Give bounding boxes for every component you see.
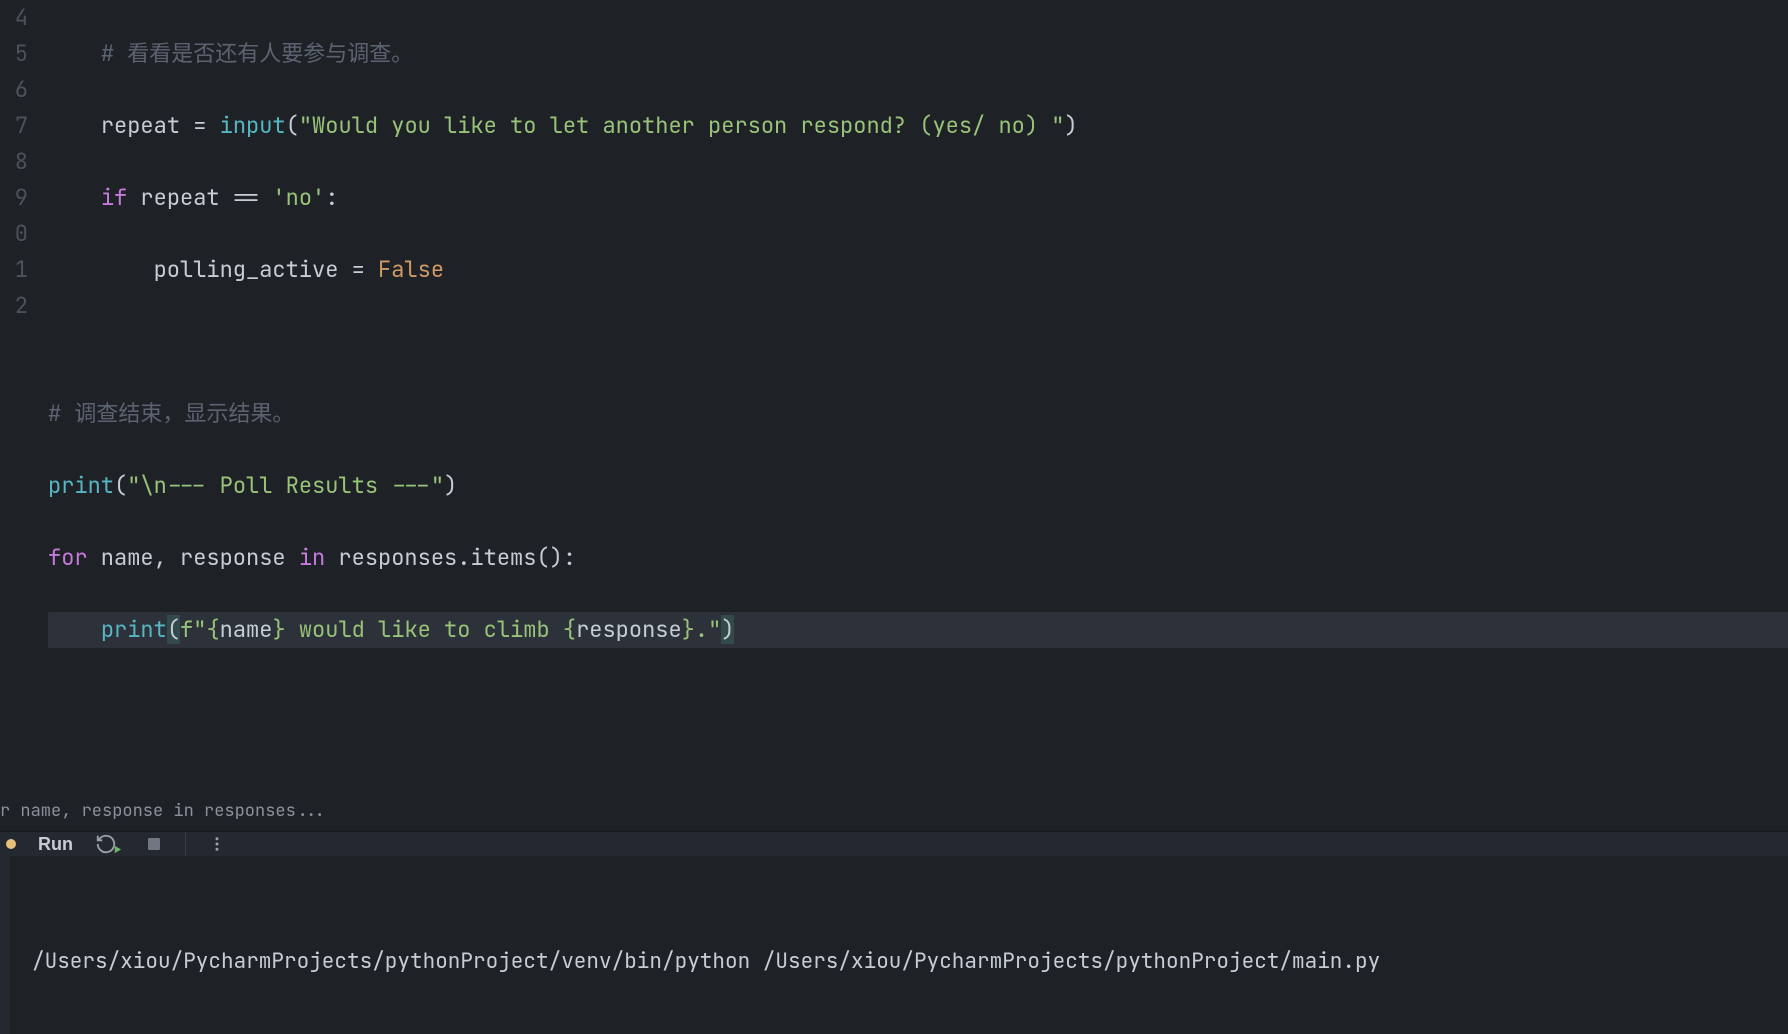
fn-input: input <box>220 111 286 140</box>
stop-icon[interactable] <box>145 835 163 853</box>
paren-close: ) <box>721 615 734 644</box>
more-icon[interactable] <box>208 835 226 853</box>
kw-if: if <box>101 183 127 212</box>
rerun-icon[interactable] <box>95 833 123 855</box>
const-false: False <box>378 255 444 284</box>
code-editor[interactable]: 4 5 6 7 8 9 0 1 2 # 看看是否还有人要参与调查。 repeat… <box>0 0 1788 792</box>
fn-print: print <box>48 471 114 500</box>
code-area[interactable]: # 看看是否还有人要参与调查。 repeat = input("Would yo… <box>34 0 1788 792</box>
paren-open: ( <box>167 615 180 644</box>
run-toolbar: Run <box>0 830 1788 856</box>
kw-in: in <box>299 543 325 572</box>
string-literal: "Would you like to let another person re… <box>299 111 1065 140</box>
kw-for: for <box>48 543 88 572</box>
console-left-rail <box>0 856 10 1034</box>
code-comment: # 看看是否还有人要参与调查。 <box>101 39 413 68</box>
code-comment: # 调查结束，显示结果。 <box>48 399 294 428</box>
line-number-gutter: 4 5 6 7 8 9 0 1 2 <box>0 0 34 792</box>
fn-print: print <box>101 615 167 644</box>
breadcrumb[interactable]: r name, response in responses... <box>0 792 1788 830</box>
console-line: /Users/xiou/PycharmProjects/pythonProjec… <box>32 948 1380 975</box>
toolbar-divider <box>185 832 186 856</box>
run-status-dot <box>6 839 16 849</box>
run-label[interactable]: Run <box>38 834 73 855</box>
console-output[interactable]: /Users/xiou/PycharmProjects/pythonProjec… <box>0 856 1788 1034</box>
